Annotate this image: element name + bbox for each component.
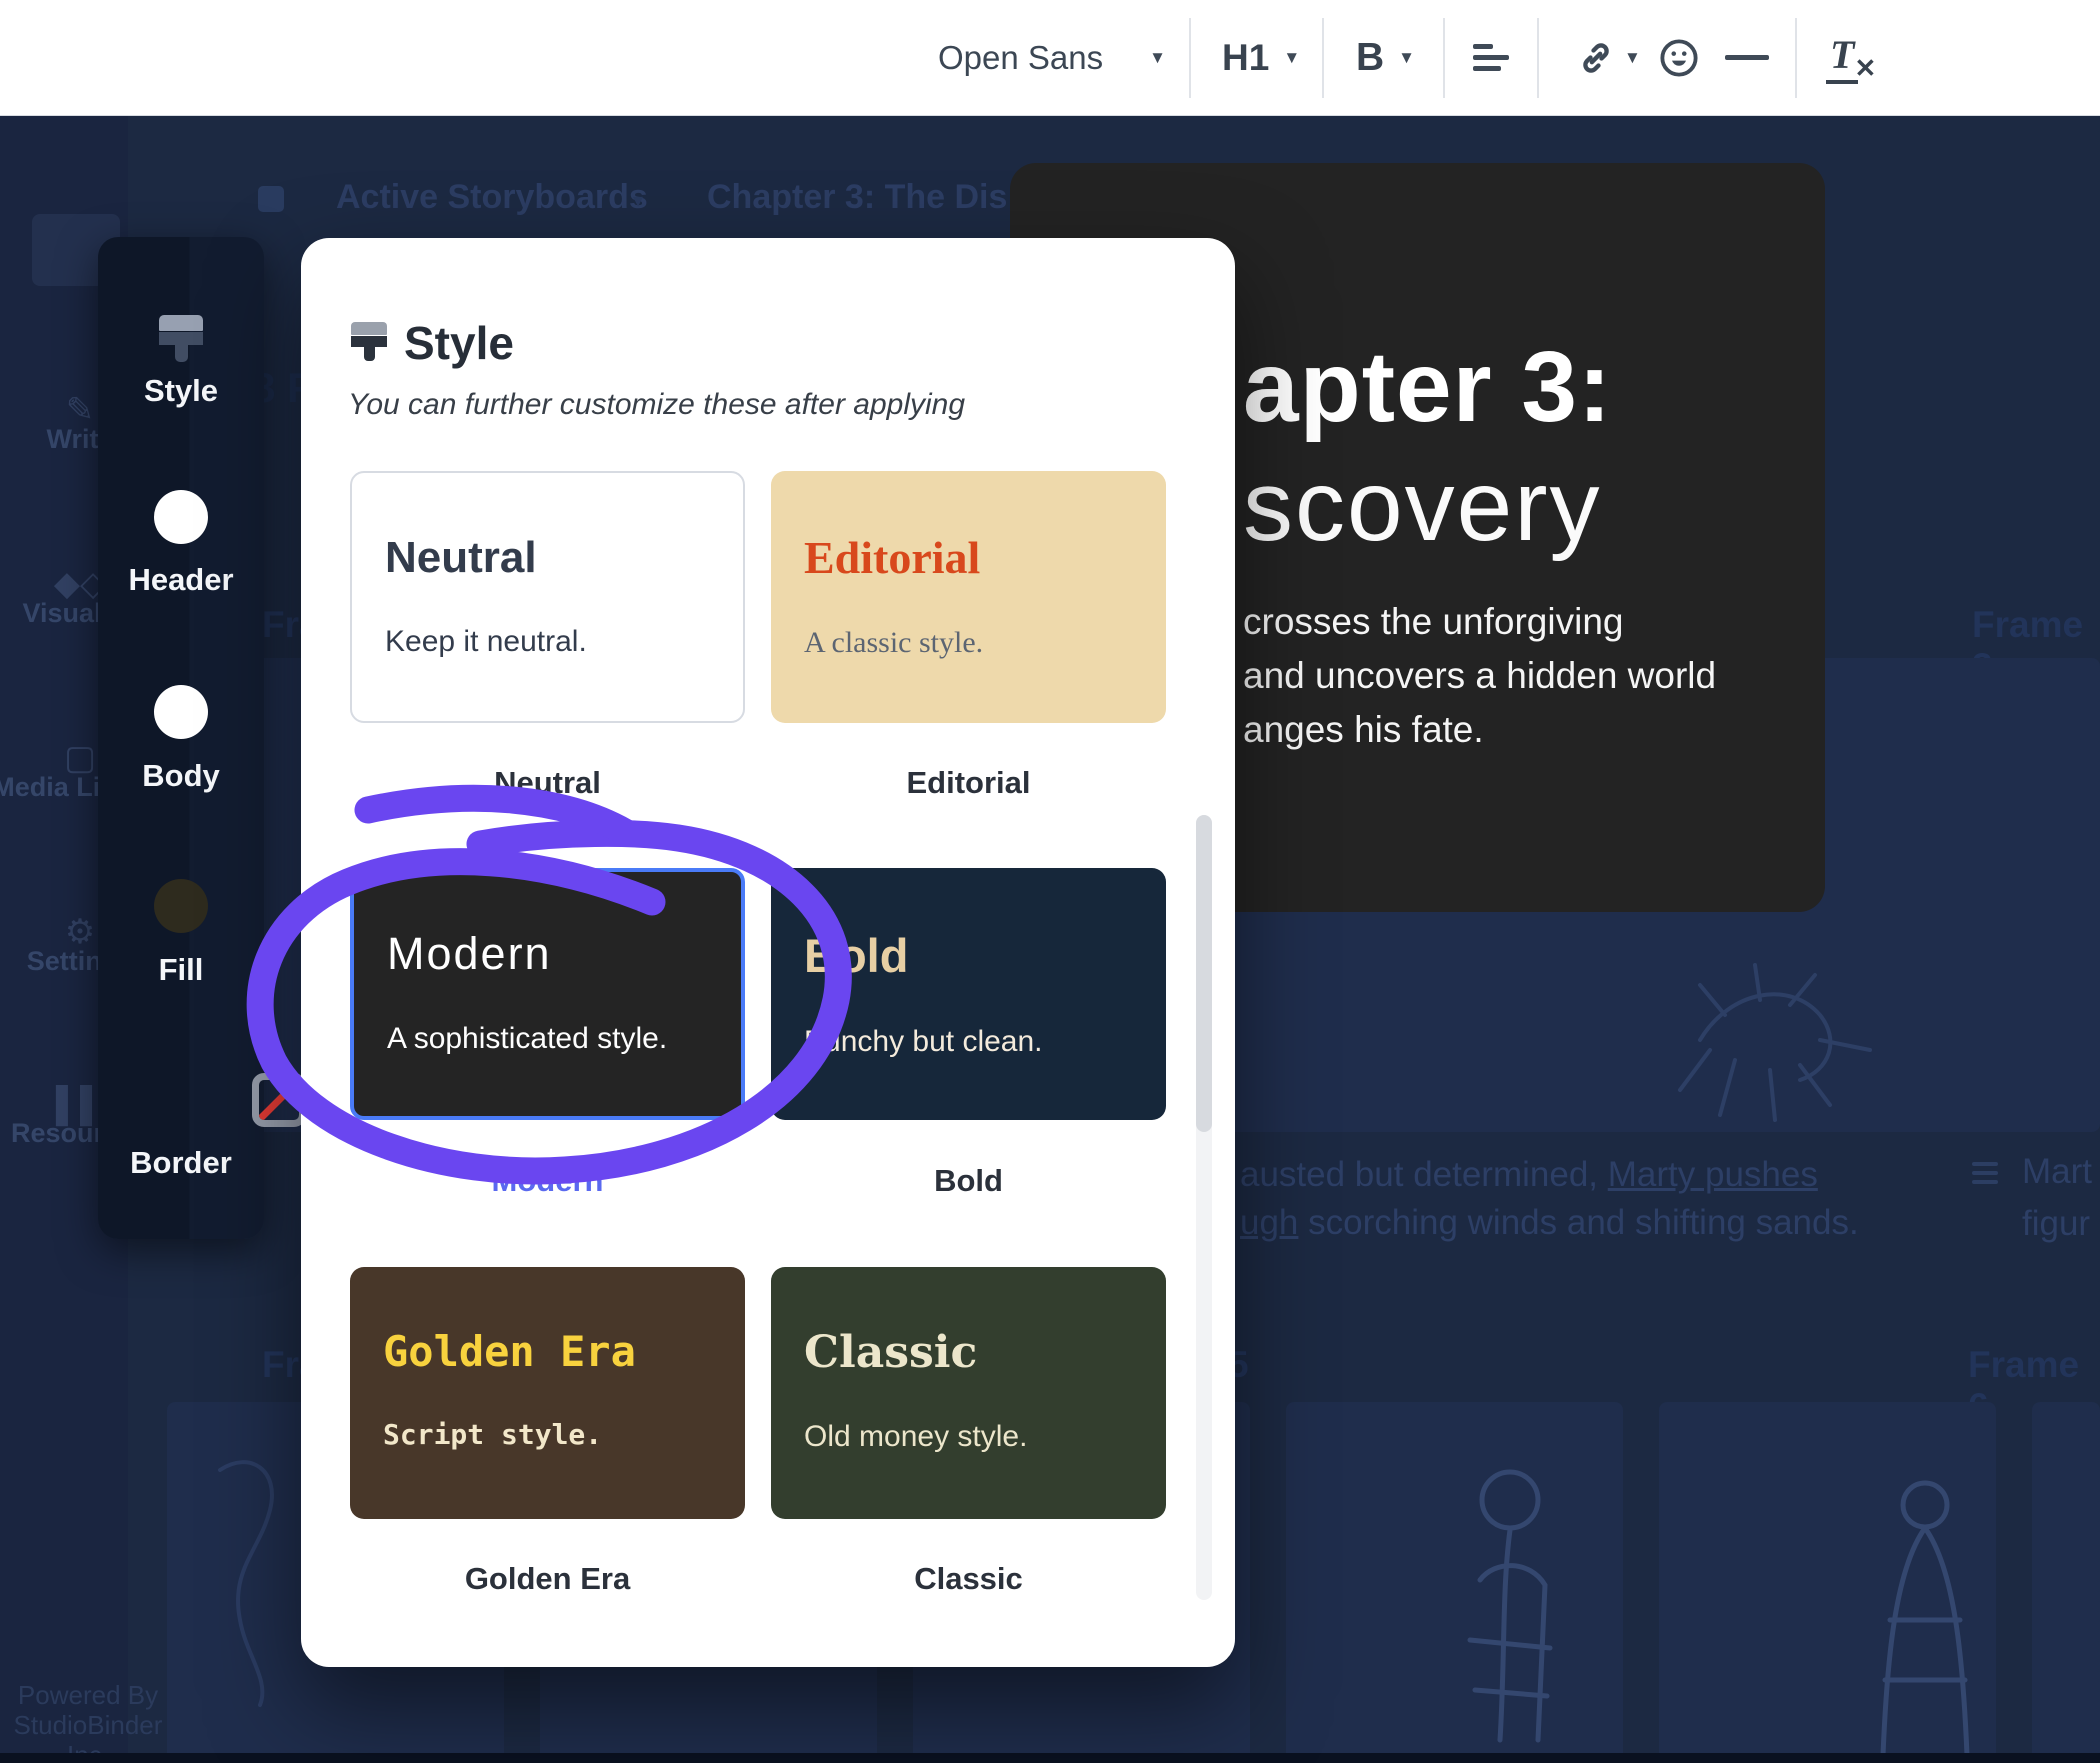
style-modal: Style You can further customize these af…	[301, 238, 1235, 1667]
style-card-modern[interactable]: Modern A sophisticated style.	[350, 868, 745, 1120]
modal-title: Style	[404, 316, 514, 370]
style-caption-golden-era: Golden Era	[350, 1561, 745, 1597]
card-heading: Classic	[804, 1327, 1166, 1378]
chevron-down-icon: ▼	[1149, 48, 1166, 68]
card-tagline: A sophisticated style.	[387, 1022, 741, 1056]
panel-item-header[interactable]: Header	[98, 562, 264, 598]
storyboard-sketch-figure	[190, 1430, 300, 1710]
style-caption-classic: Classic	[771, 1561, 1166, 1597]
powered-by: Powered By StudioBinder Inc.	[8, 1680, 168, 1763]
heading-level-select[interactable]: H1 ▼	[1222, 0, 1300, 115]
toolbar-divider	[1537, 18, 1539, 98]
style-caption-modern: Modern	[350, 1163, 745, 1199]
style-card-bold[interactable]: Bold Punchy but clean.	[771, 868, 1166, 1120]
style-card-classic[interactable]: Classic Old money style.	[771, 1267, 1166, 1519]
fill-color-swatch[interactable]	[154, 879, 208, 933]
panel-item-body[interactable]: Body	[98, 758, 264, 794]
toolbar-divider	[1189, 18, 1191, 98]
chevron-down-icon: ▼	[1624, 48, 1641, 68]
style-card-neutral[interactable]: Neutral Keep it neutral.	[350, 471, 745, 723]
emoji-icon	[1658, 37, 1700, 79]
card-heading: Neutral	[385, 533, 743, 583]
chevron-down-icon: ▼	[1398, 48, 1415, 68]
style-caption-neutral: Neutral	[350, 765, 745, 801]
modal-subtitle: You can further customize these after ap…	[348, 388, 965, 422]
storyboard-sketch-creature	[1640, 920, 1890, 1135]
toolbar-divider	[1322, 18, 1324, 98]
style-card-editorial[interactable]: Editorial A classic style.	[771, 471, 1166, 723]
style-card-golden-era[interactable]: Golden Era Script style.	[350, 1267, 745, 1519]
board-view-icon	[258, 186, 284, 212]
style-caption-bold: Bold	[771, 1163, 1166, 1199]
style-caption-editorial: Editorial	[771, 765, 1166, 801]
storyboard-sketch-figure	[1410, 1440, 1610, 1763]
card-tagline: Punchy but clean.	[804, 1025, 1166, 1059]
toolbar-divider	[1443, 18, 1445, 98]
chevron-down-icon: ▾	[633, 188, 643, 213]
panel-item-fill[interactable]: Fill	[98, 952, 264, 988]
drag-handle-icon	[1972, 1162, 1998, 1189]
chapter-heading-fragment: scovery	[1243, 449, 1602, 564]
breadcrumb-chapter: Chapter 3: The Dis	[707, 178, 1007, 217]
chapter-body-text: crosses the unforgiving and uncovers a h…	[1243, 595, 1716, 757]
text-toolbar: Open Sans ▼ H1 ▼ B ▼ ▼	[0, 0, 2100, 116]
horizontal-rule-icon	[1725, 55, 1769, 60]
breadcrumb-storyboards: Active Storyboards	[336, 178, 648, 217]
clear-formatting-button[interactable]: T✕	[1826, 0, 1876, 115]
card-tagline: Keep it neutral.	[385, 625, 743, 659]
card-tagline: Old money style.	[804, 1420, 1166, 1454]
panel-item-border[interactable]: Border	[98, 1145, 264, 1181]
frame-image	[2032, 1402, 2100, 1763]
marty-pushes-link: Marty pushes	[1608, 1155, 1818, 1194]
panel-item-style[interactable]: Style	[98, 373, 264, 409]
frame-caption-right-line2: figur	[2022, 1204, 2090, 1244]
brush-icon	[351, 322, 387, 361]
header-color-swatch[interactable]	[154, 490, 208, 544]
emoji-button[interactable]	[1658, 0, 1700, 115]
bold-button[interactable]: B ▼	[1356, 0, 1415, 115]
toolbar-divider	[1795, 18, 1797, 98]
modal-scrollbar-thumb[interactable]	[1196, 815, 1212, 1132]
border-none-swatch[interactable]	[252, 1073, 306, 1127]
card-heading: Modern	[387, 928, 741, 980]
style-side-panel: Style Header Body Fill Border	[98, 237, 264, 1239]
bottom-edge	[0, 1753, 2100, 1763]
studiobinder-style-editor: ✎ Write ◆◇ Visualize ▢ Media Library ⚙ S…	[0, 0, 2100, 1763]
frame-caption-line1: austed but determined, Marty pushes	[1240, 1155, 1818, 1195]
link-button[interactable]: ▼	[1576, 0, 1641, 115]
chapter-heading-fragment: apter 3:	[1243, 330, 1612, 445]
frame-caption-line2: ugh scorching winds and shifting sands.	[1240, 1203, 1859, 1243]
body-color-swatch[interactable]	[154, 685, 208, 739]
style-brush-icon	[159, 315, 203, 362]
card-tagline: Script style.	[383, 1418, 745, 1451]
horizontal-rule-button[interactable]	[1725, 0, 1769, 115]
font-family-select[interactable]: Open Sans ▼	[938, 0, 1166, 115]
chevron-down-icon: ▼	[1283, 48, 1300, 68]
card-heading: Editorial	[804, 531, 1166, 584]
link-icon	[1576, 38, 1616, 78]
card-heading: Bold	[804, 928, 1166, 983]
align-button[interactable]	[1473, 0, 1509, 153]
frame-caption-right-line1: Mart	[2022, 1152, 2092, 1192]
storyboard-sketch-figure	[1835, 1460, 2015, 1763]
card-tagline: A classic style.	[804, 626, 1166, 660]
card-heading: Golden Era	[383, 1327, 745, 1376]
